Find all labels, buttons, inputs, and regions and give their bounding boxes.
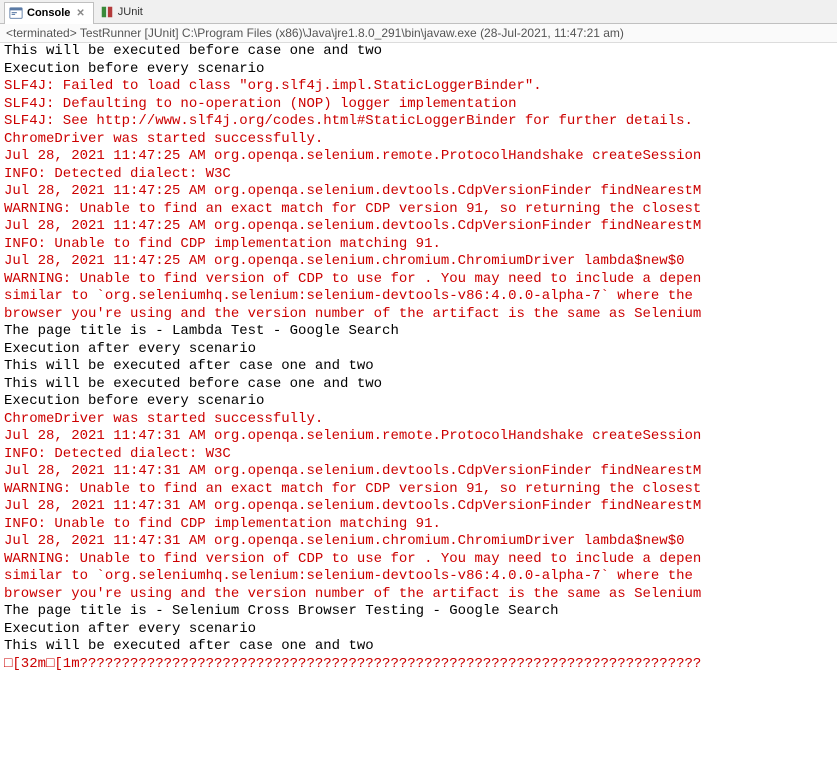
view-tab-bar: Console ✕ JUnit <box>0 0 837 24</box>
junit-icon <box>100 5 114 19</box>
console-line: Jul 28, 2021 11:47:31 AM org.openqa.sele… <box>4 463 833 481</box>
status-path: C:\Program Files (x86)\Java\jre1.8.0_291… <box>182 26 477 40</box>
status-prefix: <terminated> <box>6 26 77 40</box>
console-line: INFO: Detected dialect: W3C <box>4 446 833 464</box>
console-line: Jul 28, 2021 11:47:31 AM org.openqa.sele… <box>4 533 833 551</box>
console-line: Jul 28, 2021 11:47:25 AM org.openqa.sele… <box>4 218 833 236</box>
console-line: □[32m□[1m???????????????????????????????… <box>4 656 833 674</box>
console-line: INFO: Detected dialect: W3C <box>4 166 833 184</box>
console-line: Jul 28, 2021 11:47:25 AM org.openqa.sele… <box>4 183 833 201</box>
console-line: SLF4J: Failed to load class "org.slf4j.i… <box>4 78 833 96</box>
status-timestamp: (28-Jul-2021, 11:47:21 am) <box>480 26 624 40</box>
console-line: WARNING: Unable to find an exact match f… <box>4 481 833 499</box>
process-status-line: <terminated> TestRunner [JUnit] C:\Progr… <box>0 24 837 43</box>
console-line: WARNING: Unable to find an exact match f… <box>4 201 833 219</box>
close-icon[interactable]: ✕ <box>76 8 84 19</box>
console-line: ChromeDriver was started successfully. <box>4 411 833 429</box>
console-line: This will be executed after case one and… <box>4 358 833 376</box>
console-line: Execution after every scenario <box>4 341 833 359</box>
console-line: browser you're using and the version num… <box>4 306 833 324</box>
console-line: Execution after every scenario <box>4 621 833 639</box>
tab-console[interactable]: Console ✕ <box>4 2 94 24</box>
console-line: WARNING: Unable to find version of CDP t… <box>4 551 833 569</box>
console-line: This will be executed before case one an… <box>4 43 833 61</box>
console-output[interactable]: This will be executed before case one an… <box>0 43 837 673</box>
console-line: The page title is - Lambda Test - Google… <box>4 323 833 341</box>
console-line: similar to `org.seleniumhq.selenium:sele… <box>4 288 833 306</box>
console-line: WARNING: Unable to find version of CDP t… <box>4 271 833 289</box>
console-line: Execution before every scenario <box>4 393 833 411</box>
console-line: Jul 28, 2021 11:47:31 AM org.openqa.sele… <box>4 498 833 516</box>
console-line: Jul 28, 2021 11:47:31 AM org.openqa.sele… <box>4 428 833 446</box>
console-icon <box>9 6 23 20</box>
status-runner: TestRunner [JUnit] <box>80 26 179 40</box>
console-line: The page title is - Selenium Cross Brows… <box>4 603 833 621</box>
tab-console-label: Console <box>27 7 70 19</box>
console-line: ChromeDriver was started successfully. <box>4 131 833 149</box>
console-line: browser you're using and the version num… <box>4 586 833 604</box>
console-line: Execution before every scenario <box>4 61 833 79</box>
console-line: Jul 28, 2021 11:47:25 AM org.openqa.sele… <box>4 253 833 271</box>
tab-junit-label: JUnit <box>118 6 143 18</box>
console-line: INFO: Unable to find CDP implementation … <box>4 236 833 254</box>
console-line: similar to `org.seleniumhq.selenium:sele… <box>4 568 833 586</box>
console-line: This will be executed before case one an… <box>4 376 833 394</box>
console-line: INFO: Unable to find CDP implementation … <box>4 516 833 534</box>
tab-junit[interactable]: JUnit <box>96 1 151 23</box>
console-line: Jul 28, 2021 11:47:25 AM org.openqa.sele… <box>4 148 833 166</box>
console-line: This will be executed after case one and… <box>4 638 833 656</box>
console-line: SLF4J: Defaulting to no-operation (NOP) … <box>4 96 833 114</box>
console-line: SLF4J: See http://www.slf4j.org/codes.ht… <box>4 113 833 131</box>
